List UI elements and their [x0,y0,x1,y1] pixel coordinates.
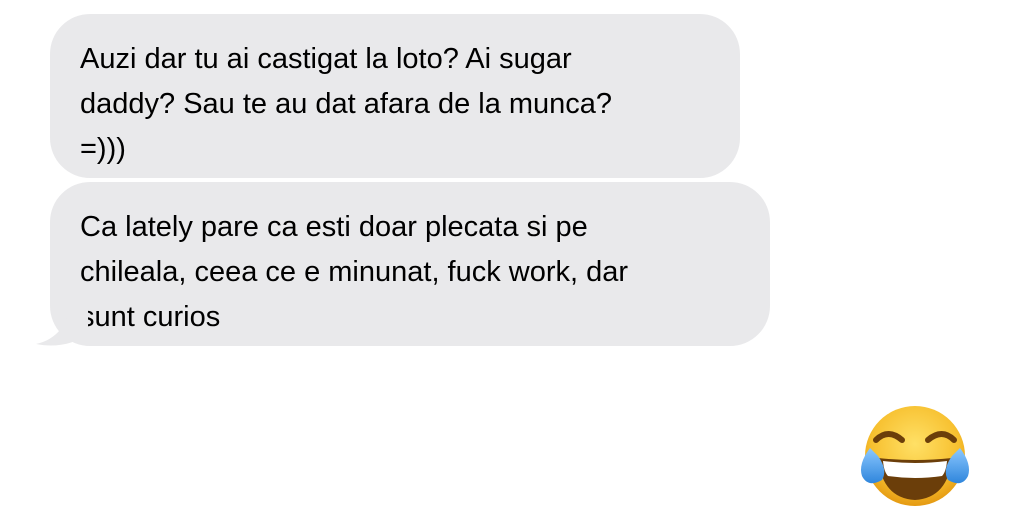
face-with-tears-of-joy-icon [861,406,969,506]
message-bubble-incoming[interactable]: Ca lately pare ca esti doar plecata si p… [50,182,770,346]
bubble-tail [36,300,88,346]
message-thread: Auzi dar tu ai castigat la loto? Ai suga… [0,0,1024,515]
message-bubble-incoming[interactable]: Auzi dar tu ai castigat la loto? Ai suga… [50,14,740,178]
